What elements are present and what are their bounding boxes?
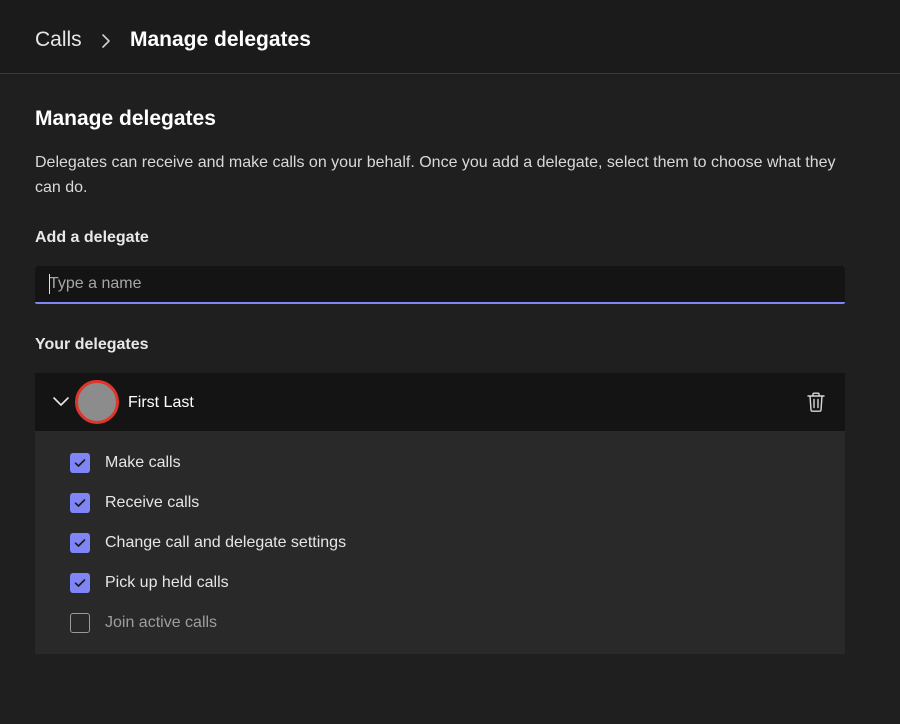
checkmark-icon bbox=[74, 539, 86, 547]
make-calls-checkbox[interactable] bbox=[70, 453, 90, 473]
top-bar: Calls Manage delegates bbox=[0, 0, 900, 74]
page-description: Delegates can receive and make calls on … bbox=[35, 154, 836, 196]
receive-calls-checkbox[interactable] bbox=[70, 493, 90, 513]
your-delegates-label: Your delegates bbox=[35, 336, 149, 353]
join-active-calls-checkbox[interactable] bbox=[70, 613, 90, 633]
permission-label: Receive calls bbox=[105, 494, 200, 511]
permission-receive-calls[interactable]: Receive calls bbox=[70, 491, 199, 515]
delegate-row[interactable]: First Last bbox=[35, 373, 845, 431]
page-title: Manage delegates bbox=[35, 107, 216, 130]
breadcrumb-calls-link[interactable]: Calls bbox=[35, 28, 82, 52]
checkmark-icon bbox=[74, 499, 86, 507]
permissions-panel: Make calls Receive calls Change call and… bbox=[35, 431, 845, 654]
trash-icon[interactable] bbox=[805, 391, 827, 413]
pick-up-held-calls-checkbox[interactable] bbox=[70, 573, 90, 593]
permission-make-calls[interactable]: Make calls bbox=[70, 451, 181, 475]
chevron-right-icon bbox=[102, 34, 110, 48]
change-settings-checkbox[interactable] bbox=[70, 533, 90, 553]
add-delegate-label: Add a delegate bbox=[35, 229, 149, 246]
permission-label: Make calls bbox=[105, 454, 181, 471]
text-cursor bbox=[49, 274, 50, 294]
permission-pick-up-held-calls[interactable]: Pick up held calls bbox=[70, 571, 229, 595]
permission-label: Pick up held calls bbox=[105, 574, 229, 591]
permission-label: Join active calls bbox=[105, 614, 218, 631]
permission-join-active-calls[interactable]: Join active calls bbox=[70, 611, 217, 635]
permission-change-settings[interactable]: Change call and delegate settings bbox=[70, 531, 346, 555]
checkmark-icon bbox=[74, 459, 86, 467]
permission-label: Change call and delegate settings bbox=[105, 534, 347, 551]
chevron-down-icon[interactable] bbox=[52, 395, 70, 407]
avatar bbox=[75, 380, 119, 424]
checkmark-icon bbox=[74, 579, 86, 587]
breadcrumb-current: Manage delegates bbox=[130, 28, 311, 51]
delegate-name-input[interactable] bbox=[35, 266, 845, 304]
delegate-name: First Last bbox=[128, 394, 194, 411]
